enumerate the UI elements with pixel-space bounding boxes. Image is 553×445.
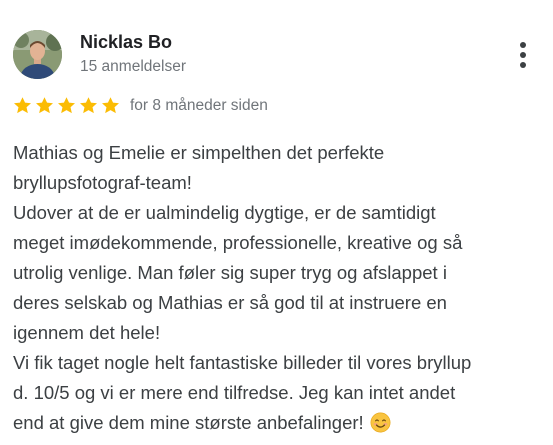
review-timestamp: for 8 måneder siden <box>130 97 268 114</box>
star-icon <box>80 97 97 114</box>
review-text-line: Mathias og Emelie er simpelthen det perf… <box>13 142 385 163</box>
review-text-line: deres selskab og Mathias er så god til a… <box>13 292 447 313</box>
review-text-line: Udover at de er ualmindelig dygtige, er … <box>13 202 436 223</box>
review-text-line: d. 10/5 og vi er mere end tilfredse. Jeg… <box>13 382 456 403</box>
review-text-line: end at give dem mine største anbefalinge… <box>13 408 545 438</box>
review-text: Mathias og Emelie er simpelthen det perf… <box>13 138 545 438</box>
review-text-line: Vi fik taget nogle helt fantastiske bill… <box>13 352 472 373</box>
star-icon <box>14 97 31 114</box>
review-text-line: meget imødekommende, professionelle, kre… <box>13 232 463 253</box>
author-review-count: 15 anmeldelser <box>80 58 186 75</box>
review-card: Nicklas Bo 15 anmeldelser for 8 måneder … <box>0 0 553 445</box>
smiling-face-emoji-icon <box>370 412 391 433</box>
avatar[interactable] <box>13 30 62 79</box>
author-name[interactable]: Nicklas Bo <box>80 32 172 53</box>
star-icon <box>36 97 53 114</box>
review-text-line: igennem det hele! <box>13 322 161 343</box>
review-text-line: bryllupsfotograf-team! <box>13 172 192 193</box>
star-rating <box>12 95 121 117</box>
avatar-photo <box>13 30 62 79</box>
star-icon <box>58 97 75 114</box>
more-options-button[interactable] <box>508 38 538 72</box>
review-text-line: utrolig venlige. Man føler sig super try… <box>13 262 447 283</box>
star-icon <box>102 97 119 114</box>
